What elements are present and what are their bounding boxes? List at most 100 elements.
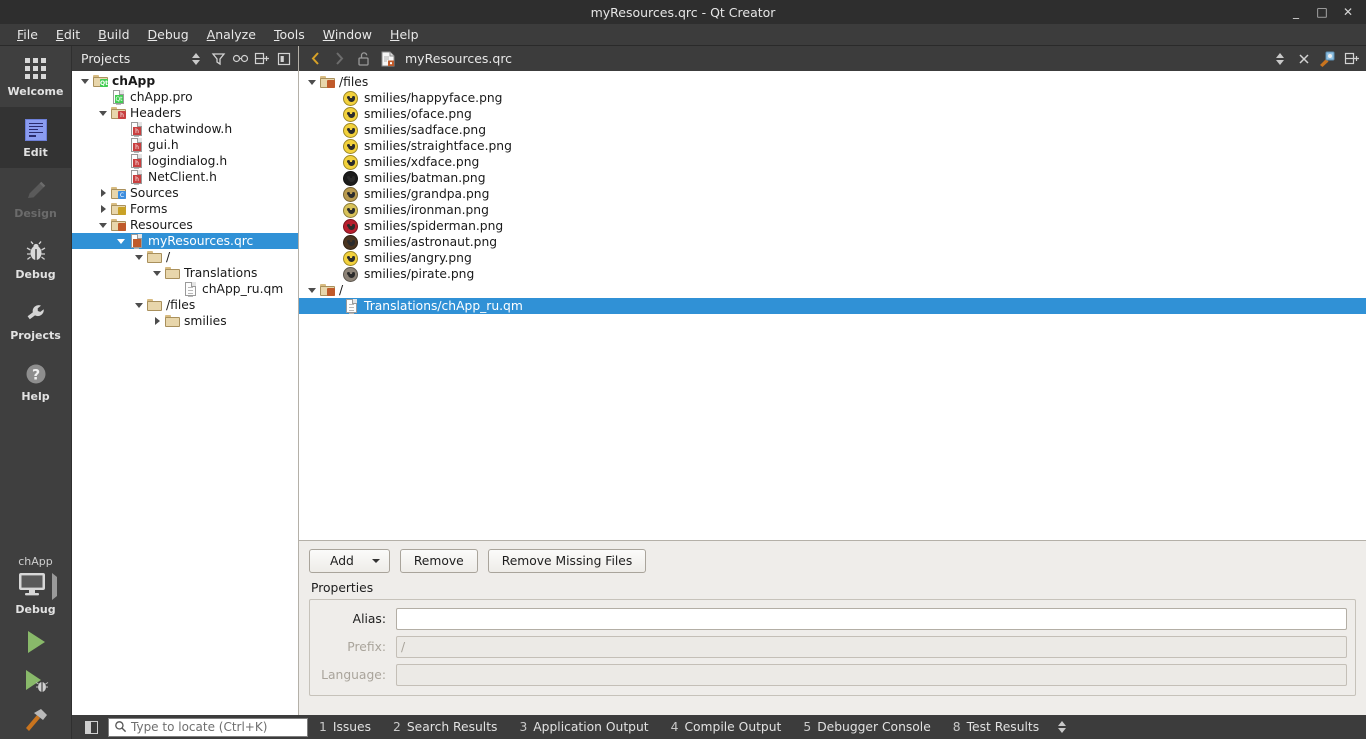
resource-file-row[interactable]: smilies/sadface.png [299,122,1366,138]
project-tree-item[interactable]: Resources [72,217,298,233]
output-pane-button[interactable]: 2 Search Results [382,720,508,734]
project-tree-item[interactable]: myResources.qrc [72,233,298,249]
chevron-down-icon[interactable] [150,265,164,281]
chevron-right-icon[interactable] [150,313,164,329]
resource-file-row[interactable]: smilies/straightface.png [299,138,1366,154]
add-button[interactable]: Add [309,549,390,573]
resource-prefix-row[interactable]: /files [299,74,1366,90]
build-project-button[interactable] [0,700,71,739]
editor-options-icon[interactable] [1317,49,1338,69]
menu-build[interactable]: Build [89,25,138,44]
split-editor-icon[interactable] [1341,49,1362,69]
locator-input[interactable]: Type to locate (Ctrl+K) [108,717,308,737]
resource-file-row[interactable]: smilies/happyface.png [299,90,1366,106]
project-tree-item[interactable]: Forms [72,201,298,217]
chevron-down-icon[interactable] [78,73,92,89]
project-tree-item[interactable]: Translations [72,265,298,281]
minimize-button[interactable]: _ [1290,6,1302,18]
menu-file[interactable]: File [8,25,47,44]
project-tree-item[interactable]: C Sources [72,185,298,201]
project-tree-item[interactable]: Qt chApp [72,73,298,89]
mode-debug[interactable]: Debug [0,229,71,290]
resource-file-row[interactable]: smilies/oface.png [299,106,1366,122]
split-icon[interactable] [252,50,272,68]
forward-arrow-icon[interactable] [329,49,350,69]
output-pane-updown-icon[interactable] [1050,721,1074,733]
resource-file-row[interactable]: smilies/angry.png [299,250,1366,266]
link-icon[interactable] [230,50,250,68]
chevron-down-icon[interactable] [132,249,146,265]
chevron-down-icon[interactable] [114,233,128,249]
project-tree-item[interactable]: smilies [72,313,298,329]
menu-window[interactable]: Window [314,25,381,44]
project-tree-item[interactable]: /files [72,297,298,313]
alias-input[interactable] [396,607,1347,630]
title-bar: myResources.qrc - Qt Creator _ □ ✕ [0,0,1366,24]
resource-file-row[interactable]: smilies/pirate.png [299,266,1366,282]
menu-help[interactable]: Help [381,25,428,44]
kit-expand-arrow-icon[interactable] [51,572,57,600]
output-pane-button[interactable]: 5 Debugger Console [792,720,941,734]
resource-file-row[interactable]: smilies/spiderman.png [299,218,1366,234]
editor-updown-arrows-icon[interactable] [1269,49,1290,69]
toggle-sidebar-icon[interactable] [80,718,102,736]
remove-missing-files-button[interactable]: Remove Missing Files [487,549,647,573]
output-pane-button[interactable]: 8 Test Results [942,720,1050,734]
resource-file-list[interactable]: /files smilies/happyface.png smilies/oface… [299,71,1366,540]
resource-file-row[interactable]: smilies/batman.png [299,170,1366,186]
chevron-down-icon[interactable] [305,74,319,90]
mode-edit[interactable]: Edit [0,107,71,168]
project-tree-item[interactable]: h chatwindow.h [72,121,298,137]
editor-filename[interactable]: myResources.qrc [401,51,512,66]
run-button[interactable] [0,622,71,661]
project-tree-item[interactable]: chApp_ru.qm [72,281,298,297]
resource-file-row[interactable]: smilies/grandpa.png [299,186,1366,202]
start-debugging-button[interactable] [0,661,71,700]
project-tree-item[interactable]: Qt chApp.pro [72,89,298,105]
resource-file-row[interactable]: smilies/xdface.png [299,154,1366,170]
project-tree-item[interactable]: / [72,249,298,265]
kit-selector[interactable]: chApp Debug [0,551,71,622]
resource-file-row[interactable]: smilies/astronaut.png [299,234,1366,250]
mode-projects[interactable]: Projects [0,290,71,351]
chevron-right-icon[interactable] [96,185,110,201]
monitor-icon [15,571,49,601]
back-arrow-icon[interactable] [305,49,326,69]
collapse-icon[interactable] [274,50,294,68]
project-tree-item[interactable]: h Headers [72,105,298,121]
mode-design[interactable]: Design [0,168,71,229]
unlocked-icon[interactable] [353,49,374,69]
filter-icon[interactable] [208,50,228,68]
resource-file-row[interactable]: Translations/chApp_ru.qm [299,298,1366,314]
project-tree-item-label: Sources [130,186,179,200]
resource-prefix-row[interactable]: / [299,282,1366,298]
output-pane-button[interactable]: 3 Application Output [508,720,659,734]
menu-tools[interactable]: Tools [265,25,314,44]
output-pane-button[interactable]: 4 Compile Output [660,720,793,734]
chevron-down-icon[interactable] [132,297,146,313]
view-selector-updown-icon[interactable] [186,50,206,68]
menu-analyze[interactable]: Analyze [198,25,265,44]
chevron-right-icon[interactable] [96,201,110,217]
chevron-down-icon[interactable] [305,282,319,298]
add-dropdown-arrow-icon[interactable] [370,559,389,563]
output-pane-buttons: 1 Issues 2 Search Results 3 Application Outpu… [308,720,1050,734]
menu-debug[interactable]: Debug [139,25,198,44]
svg-text:?: ? [31,367,39,383]
project-tree[interactable]: Qt chApp Qt chApp.pro h Headers h chatwindow.h h… [72,71,298,715]
close-button[interactable]: ✕ [1342,6,1354,18]
project-tree-item[interactable]: h gui.h [72,137,298,153]
mode-selector-bar: Welcome Edit Design Debug Projects ? Hel… [0,46,72,739]
remove-button[interactable]: Remove [399,549,478,573]
output-pane-button[interactable]: 1 Issues [308,720,382,734]
chevron-down-icon[interactable] [96,217,110,233]
project-tree-item[interactable]: h logindialog.h [72,153,298,169]
mode-welcome[interactable]: Welcome [0,46,71,107]
project-tree-item[interactable]: h NetClient.h [72,169,298,185]
mode-help[interactable]: ? Help [0,351,71,412]
maximize-button[interactable]: □ [1316,6,1328,18]
chevron-down-icon[interactable] [96,105,110,121]
resource-file-row[interactable]: smilies/ironman.png [299,202,1366,218]
menu-edit[interactable]: Edit [47,25,89,44]
editor-close-icon[interactable] [1293,49,1314,69]
